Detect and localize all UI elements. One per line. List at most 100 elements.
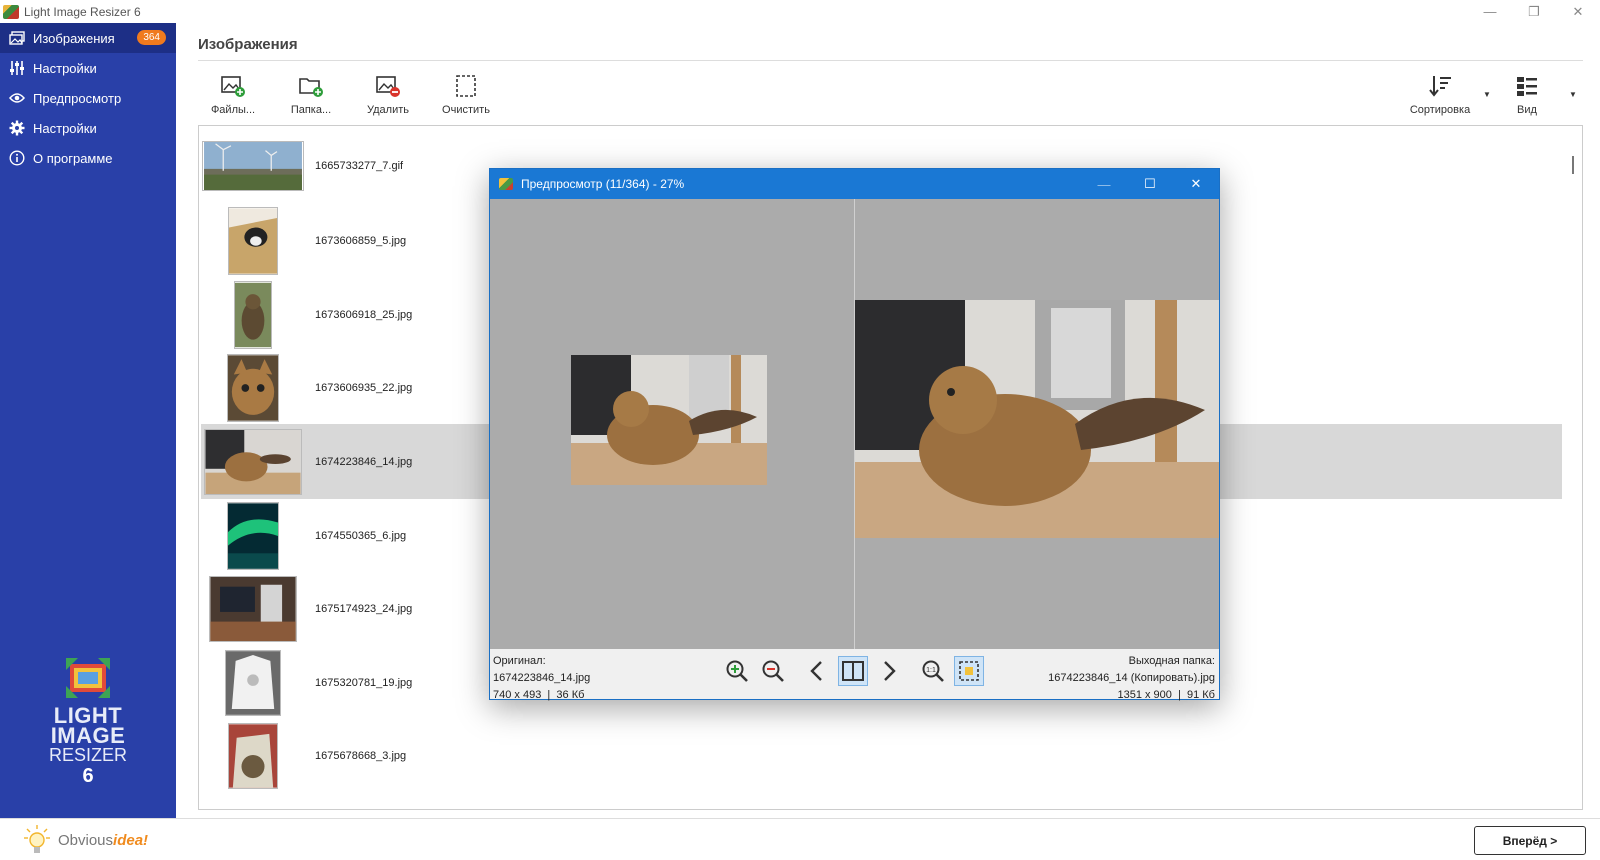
sidebar: Изображения 364 Настройки Предпросмотр Н… [0,23,176,818]
output-dimensions-size: 1351 x 900 | 91 Кб [1117,689,1215,701]
sidebar-item-label: Настройки [33,60,97,76]
window-title: Light Image Resizer 6 [24,4,141,19]
thumbnail-frame [201,353,305,423]
zoom-actual-size-icon: 1:1 [922,660,944,682]
output-file-name: 1674223846_14 (Копировать).jpg [1048,672,1215,684]
close-button[interactable]: ✕ [1556,0,1600,23]
logo-text-resizer: RESIZER [48,745,127,765]
thumbnail-cat-in-box [228,206,278,275]
toolbar-label: Папка... [290,104,332,116]
thumbnail-frame [201,206,305,276]
zoom-in-icon [726,660,748,682]
preview-toolbar: 1:1 [722,656,990,686]
eye-icon [8,90,25,107]
thumbnail-frame [201,131,305,201]
fit-to-window-button[interactable] [954,656,984,686]
sort-button[interactable]: Сортировка [1405,72,1475,116]
dialog-close-button[interactable]: ✕ [1173,169,1219,199]
footer: Obvious idea! Вперёд > [0,818,1600,860]
divider [198,60,1583,61]
add-image-icon [219,72,247,100]
logo-text-version: 6 [82,765,94,787]
clear-button[interactable]: Очистить [431,72,501,116]
sidebar-item-settings[interactable]: Настройки [0,53,176,83]
add-folder-icon [297,72,325,100]
sidebar-item-gear-settings[interactable]: Настройки [0,113,176,143]
file-name: 1673606918_25.jpg [315,308,413,321]
thumbnail-aurora [227,501,279,570]
add-files-button[interactable]: Файлы... [198,72,268,116]
product-logo: LIGHT IMAGE RESIZER 6 [0,658,176,788]
page-title: Изображения [198,36,298,53]
brand-name-obvious: Obvious [58,831,114,849]
thumbnail-computer-desk [209,575,297,642]
file-name: 1675320781_19.jpg [315,676,413,689]
dialog-titlebar: Предпросмотр (11/364) - 27% — ☐ ✕ [490,169,1219,199]
actual-size-button[interactable]: 1:1 [918,656,948,686]
window-controls: — ❐ ✕ [1468,0,1600,23]
dialog-title: Предпросмотр (11/364) - 27% [521,177,685,191]
output-preview-pane[interactable] [855,199,1219,649]
thumbnail-wind-turbines [202,140,304,191]
file-name: 1675174923_24.jpg [315,602,413,615]
sort-dropdown-chevron-icon[interactable]: ▼ [1483,90,1491,99]
obviousidea-brand[interactable]: Obvious idea! [24,825,148,855]
thumbnail-frame [201,280,305,350]
sidebar-item-about[interactable]: О программе [0,143,176,173]
clear-selection-icon [452,72,480,100]
image-count-badge: 364 [137,30,166,45]
preview-dialog: Предпросмотр (11/364) - 27% — ☐ ✕ Оригин… [489,168,1220,701]
sidebar-item-label: Изображения [33,30,115,46]
sliders-icon [8,60,25,77]
output-label: Выходная папка: [1128,655,1215,667]
sidebar-item-label: Настройки [33,120,97,136]
thumbnail-frame [201,427,305,497]
sidebar-item-images[interactable]: Изображения 364 [0,23,176,53]
sidebar-item-preview[interactable]: Предпросмотр [0,83,176,113]
thumbnail-frame [201,574,305,644]
next-button[interactable]: Вперёд > [1474,826,1586,855]
file-name: 1665733277_7.gif [315,159,404,172]
dialog-controls: — ☐ ✕ [1081,169,1219,199]
logo-mark-icon [66,658,110,698]
info-icon [8,150,25,167]
original-preview-pane[interactable] [490,199,855,649]
zoom-in-button[interactable] [722,656,752,686]
previous-image-button[interactable] [802,656,832,686]
next-image-button[interactable] [874,656,904,686]
view-button[interactable]: Вид [1492,72,1562,116]
remove-image-icon [374,72,402,100]
thumbnail-frame [201,721,305,791]
split-view-icon [842,661,864,681]
view-dropdown-chevron-icon[interactable]: ▼ [1569,90,1577,99]
output-image-preview [855,300,1219,538]
gear-icon [8,120,25,137]
window-titlebar: Light Image Resizer 6 — ❐ ✕ [0,0,1600,23]
add-folder-button[interactable]: Папка... [276,72,346,116]
dialog-maximize-button[interactable]: ☐ [1127,169,1173,199]
scrollbar-thumb[interactable] [1572,156,1574,174]
list-item[interactable]: 1675678668_3.jpg [201,718,1562,793]
images-icon [8,30,25,47]
delete-button[interactable]: Удалить [353,72,423,116]
file-name: 1675678668_3.jpg [315,749,407,762]
thumbnail-running-cat [204,428,302,495]
original-image-preview [571,355,767,485]
toolbar-label: Сортировка [1409,104,1471,116]
minimize-button[interactable]: — [1468,0,1512,23]
original-label: Оригинал: [493,655,546,667]
brand-name-idea: idea! [113,831,149,849]
original-info: Оригинал: 1674223846_14.jpg 740 x 493 | … [493,653,590,704]
zoom-out-button[interactable] [758,656,788,686]
preview-panes [490,199,1219,649]
toolbar-label: Файлы... [210,104,256,116]
dialog-minimize-button[interactable]: — [1081,169,1127,199]
restore-button[interactable]: ❐ [1512,0,1556,23]
view-list-icon [1513,72,1541,100]
file-name: 1673606935_22.jpg [315,381,413,394]
logo-text-image: IMAGE [50,723,126,748]
lightbulb-icon [24,825,50,855]
split-view-button[interactable] [838,656,868,686]
output-info: Выходная папка: 1674223846_14 (Копироват… [1048,653,1215,704]
thumbnail-cat-face [227,353,279,422]
